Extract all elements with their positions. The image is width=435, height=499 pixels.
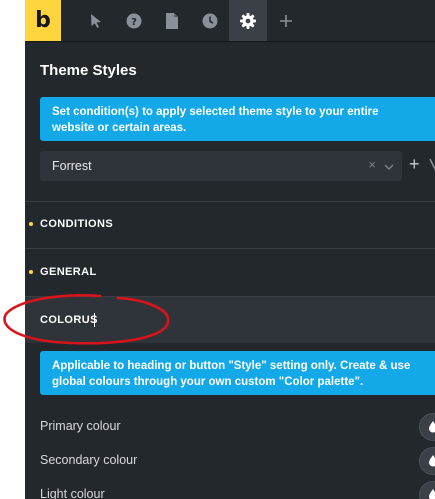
- droplet-icon: [429, 455, 435, 467]
- selected-style-value: Forrest: [52, 159, 92, 173]
- theme-styles-panel: b ? Theme Styles Set condition(s) to app…: [25, 0, 435, 499]
- builder-logo[interactable]: b: [25, 0, 61, 41]
- svg-text:?: ?: [131, 17, 137, 28]
- plus-icon[interactable]: [267, 0, 305, 41]
- has-settings-indicator: [29, 270, 33, 274]
- primary-colour-label: Primary colour: [40, 419, 121, 433]
- droplet-icon: [429, 489, 435, 499]
- droplet-icon: [429, 421, 435, 433]
- gear-icon[interactable]: [229, 0, 267, 41]
- primary-colour-picker[interactable]: [419, 413, 435, 441]
- delete-style-icon[interactable]: [427, 158, 435, 177]
- add-theme-style-button[interactable]: +: [409, 154, 420, 175]
- secondary-colour-label: Secondary colour: [40, 453, 138, 467]
- page-icon[interactable]: [153, 0, 191, 41]
- panel-title: Theme Styles: [40, 62, 137, 79]
- help-icon[interactable]: ?: [115, 0, 153, 41]
- text-cursor: [94, 313, 95, 327]
- has-settings-indicator: [29, 222, 33, 226]
- colours-notice: Applicable to heading or button "Style" …: [40, 351, 435, 395]
- section-colours[interactable]: COLORUS: [25, 297, 435, 343]
- section-conditions[interactable]: CONDITIONS: [25, 201, 435, 247]
- secondary-colour-picker[interactable]: [419, 447, 435, 475]
- section-general[interactable]: GENERAL: [25, 249, 435, 295]
- section-label: COLORUS: [40, 314, 98, 326]
- clear-selection-icon[interactable]: ×: [368, 157, 376, 172]
- pointer-icon[interactable]: [77, 0, 115, 41]
- section-label: CONDITIONS: [40, 218, 114, 230]
- top-toolbar: b ?: [25, 0, 435, 42]
- conditions-notice: Set condition(s) to apply selected theme…: [40, 97, 435, 141]
- chevron-down-icon[interactable]: [384, 160, 394, 174]
- theme-style-select[interactable]: Forrest ×: [40, 151, 402, 181]
- light-colour-label: Light colour: [40, 487, 105, 499]
- section-label: GENERAL: [40, 266, 97, 278]
- light-colour-picker[interactable]: [419, 481, 435, 499]
- history-icon[interactable]: [191, 0, 229, 41]
